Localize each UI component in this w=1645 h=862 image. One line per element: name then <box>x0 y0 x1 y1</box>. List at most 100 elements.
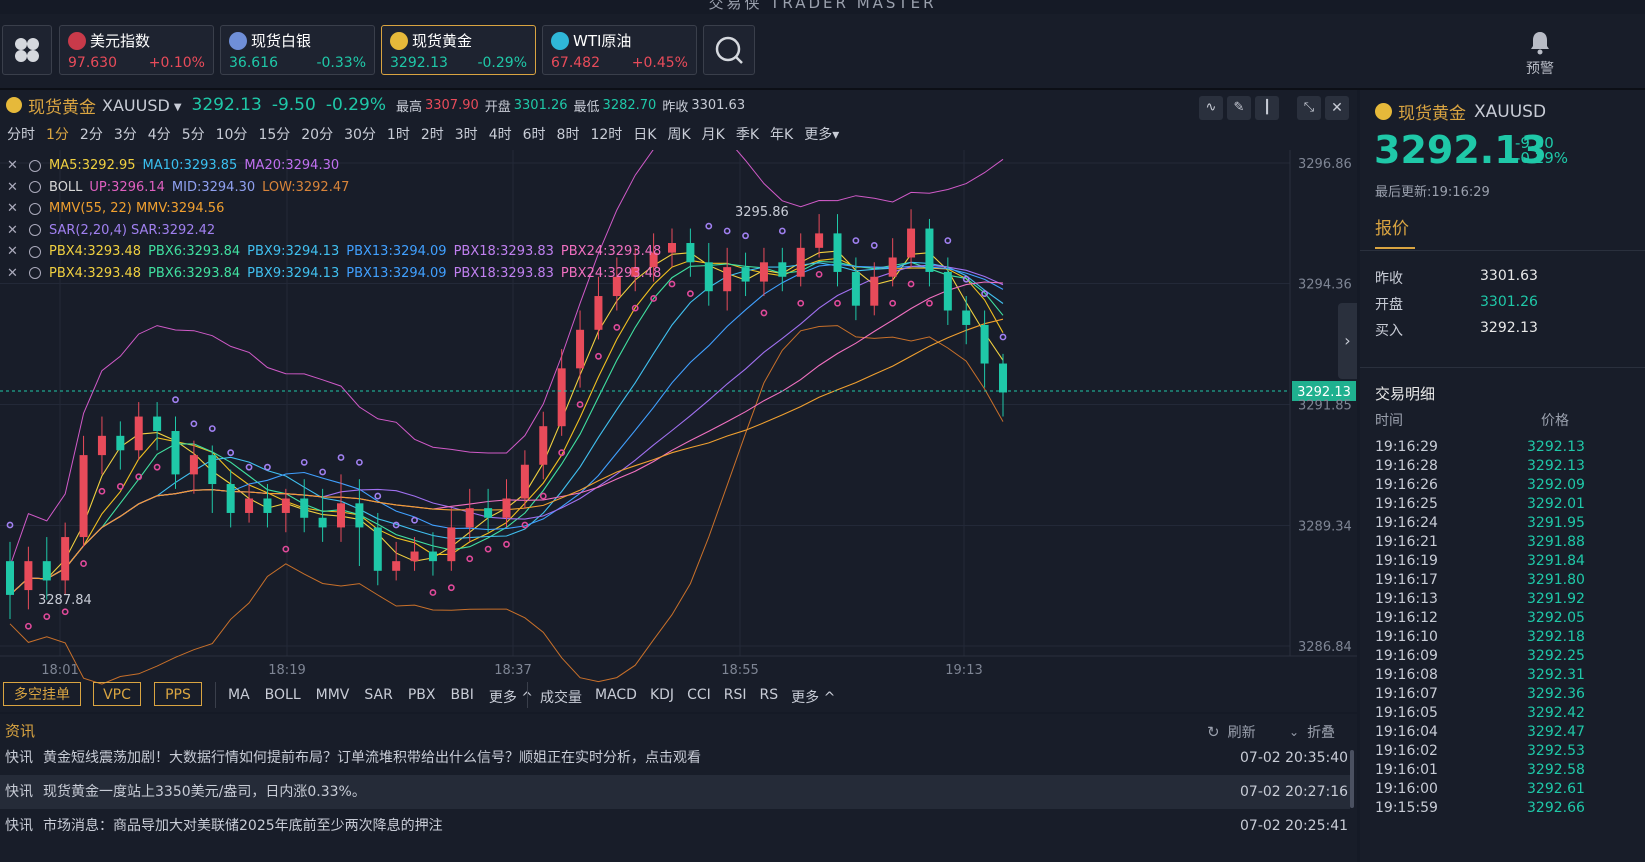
sub-indicator-bar: 成交量 MACD KDJ CCI RSI RS 更多 ^ <box>540 687 835 707</box>
timeframe-13[interactable]: 4时 <box>489 124 512 144</box>
shrink-icon[interactable]: ⤡ <box>1297 96 1321 120</box>
indicator-settings-icon[interactable] <box>29 267 41 279</box>
candle-body <box>686 243 695 263</box>
main-indicator-3[interactable]: SAR <box>364 687 392 707</box>
bottom-separator <box>215 682 216 708</box>
trade-price: 3292.09 <box>1527 477 1585 493</box>
high-value: 3307.90 <box>424 97 479 113</box>
expand-panel-handle[interactable]: › <box>1338 303 1357 379</box>
draw-tool-icon[interactable]: ✎ <box>1227 96 1251 120</box>
order-tool-button-2[interactable]: PPS <box>154 682 202 706</box>
timeframe-8[interactable]: 20分 <box>301 124 333 144</box>
indicator-settings-icon[interactable] <box>29 159 41 172</box>
trade-price: 3292.61 <box>1527 781 1585 797</box>
symbol-name[interactable]: 现货黄金 <box>28 93 96 118</box>
main-indicator-0[interactable]: MA <box>228 687 250 707</box>
timeframe-11[interactable]: 2时 <box>421 124 444 144</box>
news-item[interactable]: 快讯 黄金短线震荡加剧！大数据行情如何提前布局？订单流堆积带给出什么信号？顺姐正在… <box>0 741 1350 775</box>
news-scrollbar[interactable] <box>1350 750 1354 808</box>
quote-header: 现货黄金 XAUUSD <box>1375 99 1546 124</box>
timeframe-4[interactable]: 4分 <box>148 124 171 144</box>
news-time: 07-02 20:35:40 <box>1240 750 1349 766</box>
app-title: 交易侠 TRADER MASTER <box>708 0 937 12</box>
timeframe-6[interactable]: 10分 <box>216 124 248 144</box>
trade-time: 19:16:25 <box>1375 496 1438 512</box>
ticker-1[interactable]: 现货白银 36.616 -0.33% <box>220 25 375 75</box>
remove-indicator-icon[interactable]: ✕ <box>7 158 23 173</box>
timeframe-17[interactable]: 日K <box>633 124 656 144</box>
sub-indicator-2[interactable]: KDJ <box>650 687 674 707</box>
remove-indicator-icon[interactable]: ✕ <box>7 201 23 216</box>
indicator-settings-icon[interactable] <box>29 181 41 193</box>
chart-tools: ∿ ✎ ┃ ⤡ ✕ <box>1199 96 1349 120</box>
timeframe-16[interactable]: 12时 <box>590 124 622 144</box>
low-label: 最低 <box>573 99 600 115</box>
indicator-settings-icon[interactable] <box>29 224 41 236</box>
candle-style-icon[interactable]: ┃ <box>1255 96 1279 120</box>
main-indicator-4[interactable]: PBX <box>408 687 436 707</box>
sub-indicator-4[interactable]: RSI <box>724 687 747 707</box>
ticker-2[interactable]: 现货黄金 3292.13 -0.29% <box>381 25 536 75</box>
candle-body <box>447 527 456 562</box>
time-tick-label: 19:13 <box>945 663 982 678</box>
timeframe-22[interactable]: 更多▾ <box>804 124 839 144</box>
refresh-button[interactable]: ↻ 刷新 <box>1207 722 1256 742</box>
indicator-value: PBX18:3293.83 <box>453 265 554 281</box>
trade-time: 19:15:59 <box>1375 800 1438 816</box>
timeframe-1[interactable]: 1分 <box>46 124 69 144</box>
timeframe-5[interactable]: 5分 <box>182 124 205 144</box>
timeframe-9[interactable]: 30分 <box>344 124 376 144</box>
candle-body <box>189 455 198 475</box>
symbol-dropdown-icon[interactable]: ▼ <box>174 102 182 113</box>
order-tool-button-0[interactable]: 多空挂单 <box>3 682 81 706</box>
main-indicator-bar: MA BOLL MMV SAR PBX BBI 更多 ^ <box>228 687 533 707</box>
remove-indicator-icon[interactable]: ✕ <box>7 223 23 238</box>
sub-indicator-0[interactable]: 成交量 <box>540 687 582 707</box>
trade-price: 3292.01 <box>1527 496 1585 512</box>
timeframe-2[interactable]: 2分 <box>80 124 103 144</box>
trade-price: 3292.25 <box>1527 648 1585 664</box>
timeframe-19[interactable]: 月K <box>702 124 725 144</box>
timeframe-18[interactable]: 周K <box>667 124 690 144</box>
symbol-code[interactable]: XAUUSD <box>102 96 170 115</box>
search-button[interactable] <box>703 25 755 75</box>
remove-indicator-icon[interactable]: ✕ <box>7 180 23 195</box>
ticker-3[interactable]: WTI原油 67.482 +0.45% <box>542 25 697 75</box>
news-item[interactable]: 快讯 市场消息：商品导加大对美联储2025年底前至少两次降息的押注 07-02 20… <box>0 809 1350 843</box>
candle-body <box>134 416 143 451</box>
sub-indicator-1[interactable]: MACD <box>595 687 637 707</box>
order-tool-button-1[interactable]: VPC <box>93 682 141 706</box>
remove-indicator-icon[interactable]: ✕ <box>7 266 23 281</box>
collapse-button[interactable]: ⌄ 折叠 <box>1289 722 1335 742</box>
alert-button[interactable]: 预警 <box>1518 28 1562 78</box>
indicator-tool-icon[interactable]: ∿ <box>1199 96 1223 120</box>
tab-quote[interactable]: 报价 <box>1375 214 1415 249</box>
timeframe-15[interactable]: 8时 <box>557 124 580 144</box>
timeframe-7[interactable]: 15分 <box>258 124 290 144</box>
main-indicator-5[interactable]: BBI <box>450 687 473 707</box>
timeframe-14[interactable]: 6时 <box>523 124 546 144</box>
trade-price: 3292.47 <box>1527 724 1585 740</box>
apps-menu-button[interactable] <box>2 25 52 75</box>
timeframe-0[interactable]: 分时 <box>7 124 35 144</box>
indicator-row: ✕ PBX4:3293.48 PBX6:3293.84 PBX9:3294.13 PBX… <box>7 244 668 259</box>
main-indicator-2[interactable]: MMV <box>316 687 350 707</box>
main-indicator-1[interactable]: BOLL <box>265 687 301 707</box>
timeframe-10[interactable]: 1时 <box>387 124 410 144</box>
trade-price: 3292.13 <box>1527 458 1585 474</box>
close-chart-icon[interactable]: ✕ <box>1325 96 1349 120</box>
sub-indicator-5[interactable]: RS <box>760 687 779 707</box>
timeframe-21[interactable]: 年K <box>770 124 793 144</box>
timeframe-12[interactable]: 3时 <box>455 124 478 144</box>
timeframe-3[interactable]: 3分 <box>114 124 137 144</box>
timeframe-20[interactable]: 季K <box>736 124 759 144</box>
chart-panel: 现货黄金 XAUUSD ▼ 3292.13 -9.50 -0.29% 最高 33… <box>0 90 1357 712</box>
remove-indicator-icon[interactable]: ✕ <box>7 244 23 259</box>
candle-body <box>318 517 327 528</box>
indicator-settings-icon[interactable] <box>29 245 41 258</box>
ticker-0[interactable]: 美元指数 97.630 +0.10% <box>59 25 214 75</box>
indicator-settings-icon[interactable] <box>29 202 41 215</box>
sub-indicator-3[interactable]: CCI <box>687 687 711 707</box>
news-item[interactable]: 快讯 现货黄金一度站上3350美元/盎司，日内涨0.33%。 07-02 20:27… <box>0 775 1350 809</box>
sub-indicator-6[interactable]: 更多 ^ <box>791 687 835 707</box>
